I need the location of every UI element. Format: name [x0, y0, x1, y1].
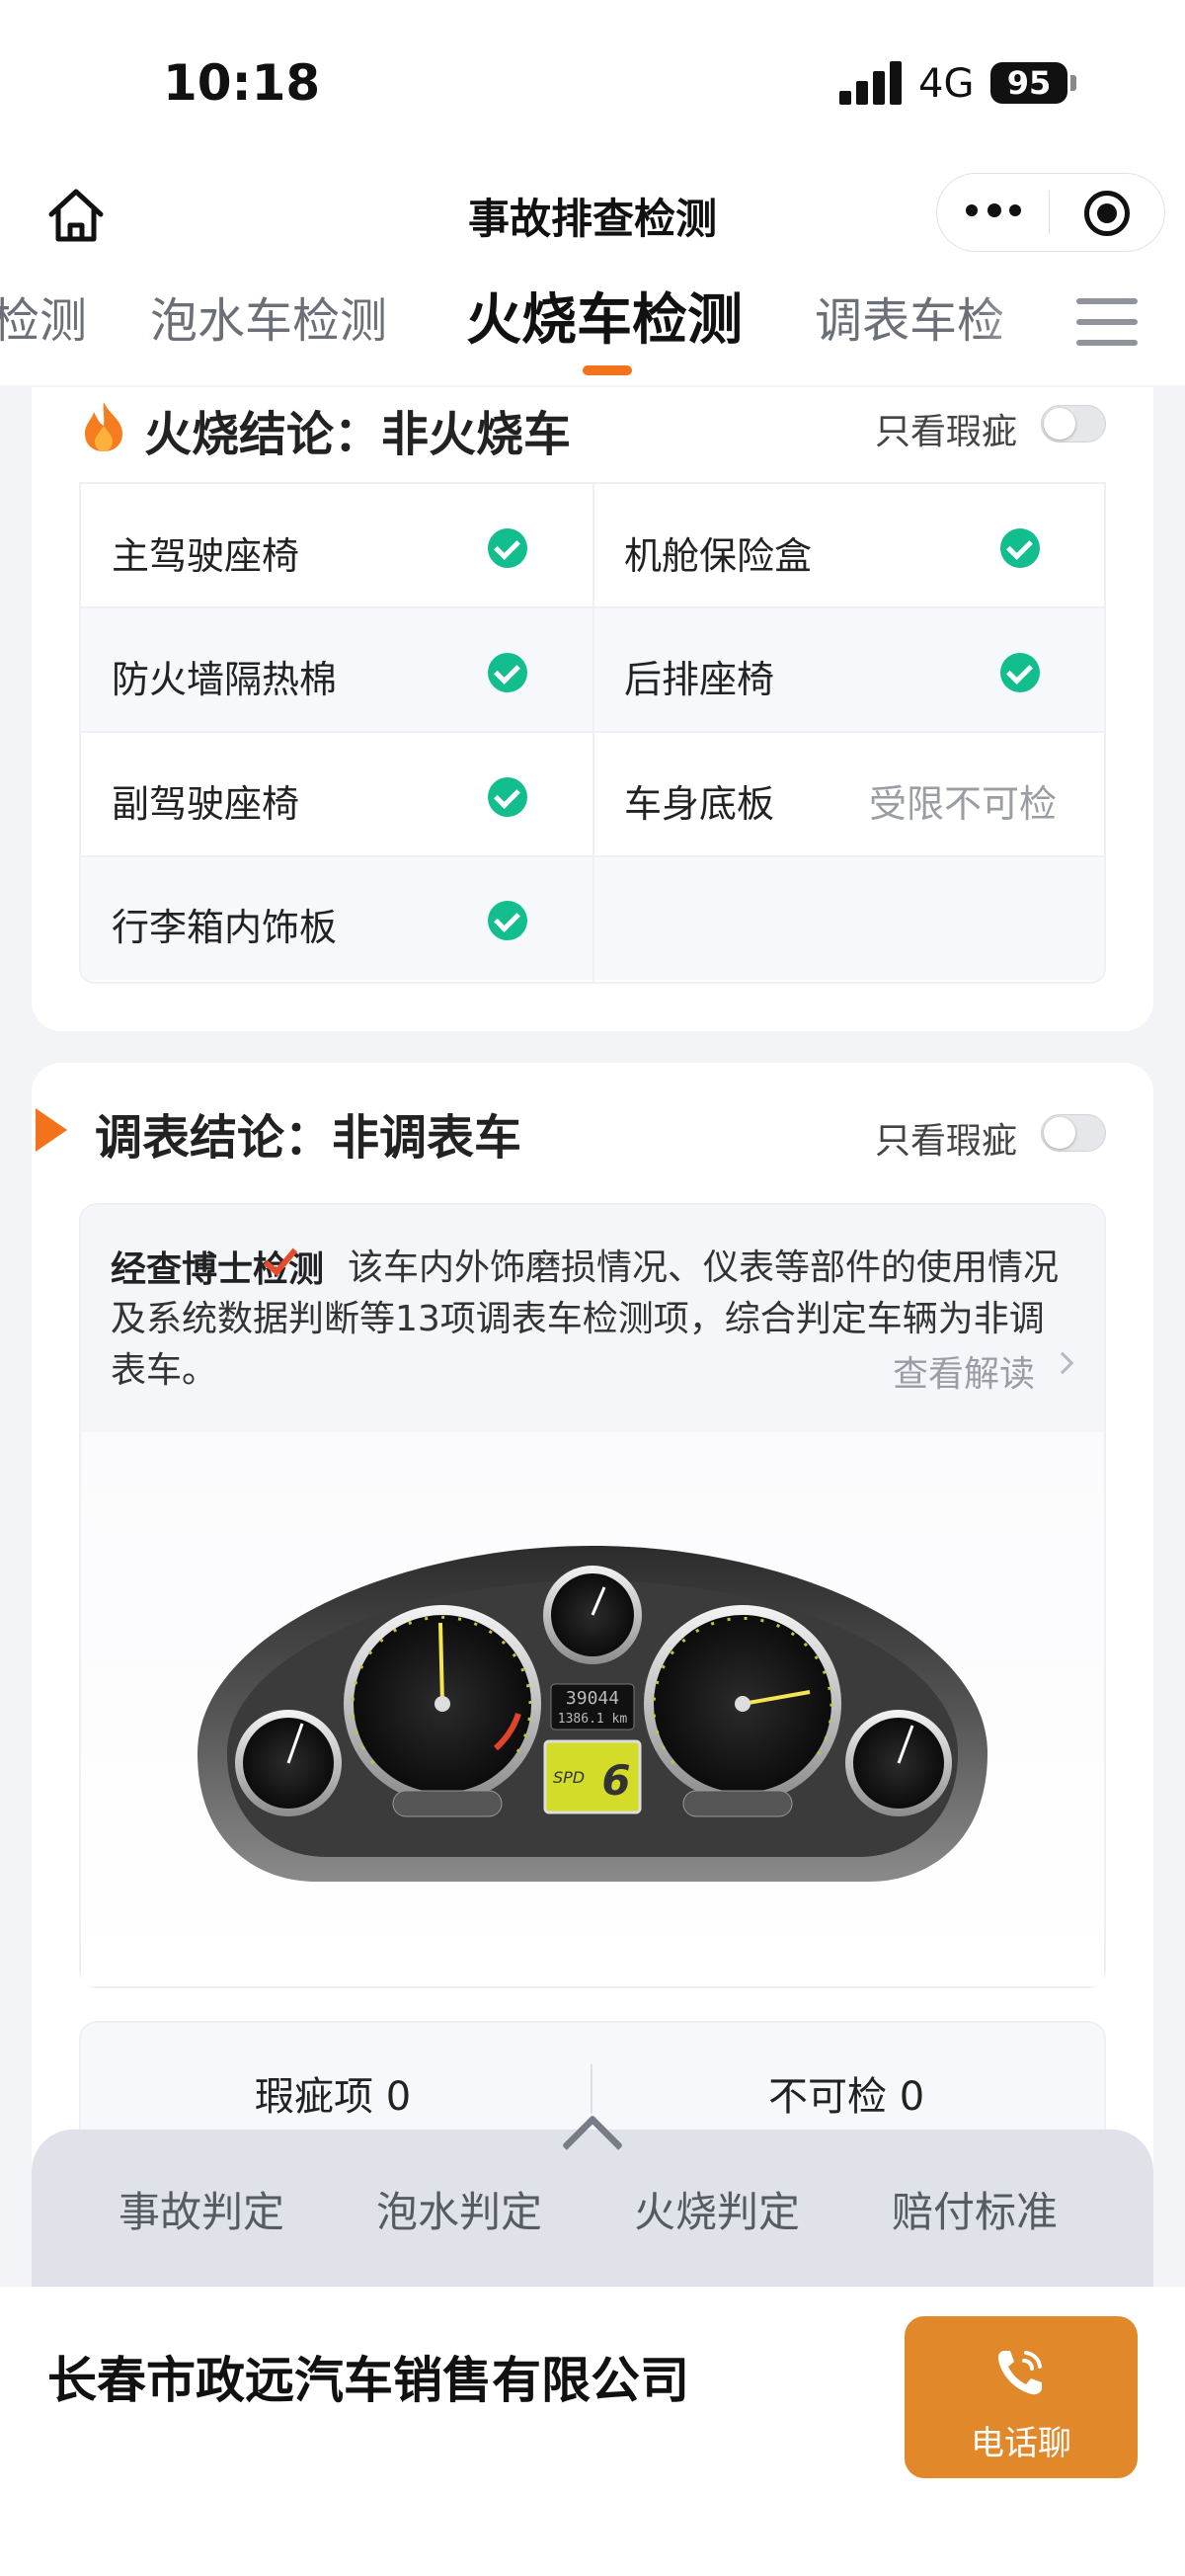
dashboard-image: 39044 1386.1 km SPD 6	[198, 1546, 988, 1882]
odometer-reading: 39044	[566, 1688, 619, 1709]
tab-flood-detection[interactable]: 泡水车检测	[150, 286, 387, 375]
status-time: 10:18	[163, 54, 321, 112]
tab-odometer-detection[interactable]: 调表车检	[815, 286, 1004, 375]
item-label: 车身底板	[624, 782, 775, 826]
tab-detection[interactable]: 检测	[0, 286, 87, 375]
check-icon	[488, 777, 527, 817]
check-icon	[488, 528, 527, 568]
check-icon	[1000, 653, 1040, 692]
phone-icon[interactable]	[990, 2343, 1050, 2402]
gear-label: SPD	[553, 1768, 585, 1787]
tab-active-indicator	[583, 365, 632, 375]
network-type: 4G	[918, 61, 975, 107]
nav-compensation[interactable]: 赔付标准	[892, 2179, 1058, 2239]
more-icon[interactable]	[966, 201, 1025, 220]
summary-divider	[591, 2064, 592, 2114]
trip-reading: 1386.1 km	[558, 1712, 628, 1727]
item-label: 机舱保险盒	[624, 534, 813, 578]
call-button-label[interactable]: 电话聊	[905, 2416, 1138, 2464]
item-label: 副驾驶座椅	[112, 782, 300, 826]
defect-only-label: 只看瑕疵	[875, 412, 1018, 452]
tab-fire-detection[interactable]: 火烧车检测	[466, 286, 743, 375]
item-status-text: 受限不可检	[869, 782, 1058, 826]
battery-icon: 95	[990, 62, 1067, 104]
defect-only-label: 只看瑕疵	[875, 1121, 1018, 1162]
item-label: 防火墙隔热棉	[112, 658, 338, 701]
target-icon[interactable]	[1084, 191, 1130, 236]
status-bar: 10:18 4G 95	[0, 0, 1185, 168]
check-icon	[488, 901, 527, 940]
item-label: 后排座椅	[624, 658, 775, 701]
item-label: 行李箱内饰板	[112, 906, 338, 949]
signal-icon	[839, 61, 903, 105]
battery-cap	[1070, 75, 1076, 91]
defect-only-toggle[interactable]	[1041, 1114, 1106, 1152]
capsule-divider	[1049, 191, 1050, 234]
item-label: 主驾驶座椅	[112, 534, 300, 578]
uncheckable-count: 不可检 0	[768, 2074, 925, 2120]
flag-icon	[36, 1108, 67, 1152]
fire-conclusion-title: 火烧结论：非火烧车	[144, 407, 572, 462]
odometer-conclusion-title: 调表结论：非调表车	[95, 1110, 522, 1166]
nav-accident[interactable]: 事故判定	[118, 2179, 284, 2239]
company-name: 长春市政远汽车销售有限公司	[47, 2352, 689, 2409]
tabs-fade	[978, 286, 1066, 385]
nav-fire[interactable]: 火烧判定	[634, 2179, 800, 2239]
nav-flood[interactable]: 泡水判定	[376, 2179, 542, 2239]
gear-value: 6	[601, 1756, 630, 1805]
check-icon	[1000, 528, 1040, 568]
menu-icon[interactable]	[1076, 294, 1138, 350]
fire-icon	[85, 402, 122, 451]
read-more-link[interactable]: 查看解读	[893, 1345, 1035, 1397]
defect-count: 瑕疵项 0	[255, 2074, 412, 2120]
check-icon	[488, 653, 527, 692]
defect-only-toggle[interactable]	[1041, 405, 1106, 443]
grid-divider	[592, 482, 594, 982]
